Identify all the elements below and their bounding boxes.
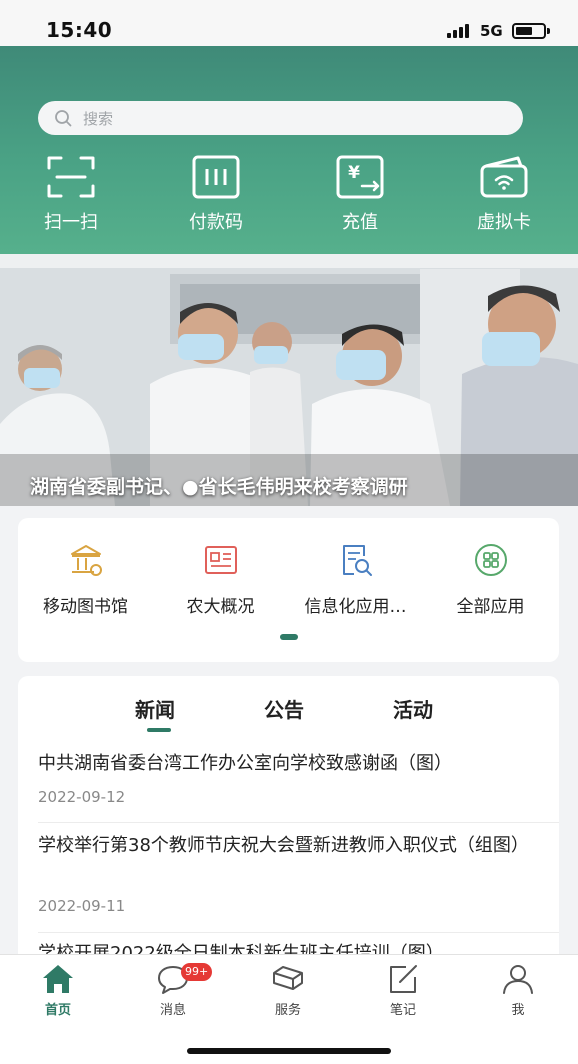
banner-photo	[0, 254, 578, 506]
tab-messages-label: 消息	[159, 1003, 186, 1018]
tab-active-indicator	[147, 728, 171, 732]
network-label: 5G	[480, 22, 503, 40]
tab-notes-label: 笔记	[389, 1003, 416, 1018]
scan-icon	[47, 156, 95, 198]
scan-button[interactable]: 扫一扫	[16, 154, 126, 234]
tab-news[interactable]: 新闻	[135, 694, 175, 723]
service-icon	[273, 966, 303, 990]
home-indicator	[187, 1048, 391, 1054]
tab-services-label: 服务	[274, 1003, 301, 1018]
tab-home-label: 首页	[44, 1003, 71, 1018]
divider	[38, 822, 559, 823]
tab-announcements[interactable]: 公告	[264, 694, 304, 723]
news-item[interactable]: 中共湖南省委台湾工作办公室向学校致感谢函（图） 2022-09-12	[18, 750, 559, 822]
all-apps-icon	[474, 544, 507, 576]
news-date: 2022-09-12	[38, 788, 126, 806]
app-info-applications[interactable]: 信息化应用…	[288, 542, 423, 622]
virtual-card-button[interactable]: 虚拟卡	[449, 154, 559, 234]
battery-icon	[512, 23, 550, 39]
search-placeholder: 搜索	[83, 110, 114, 128]
app-label: 信息化应用…	[304, 597, 407, 617]
payment-code-button[interactable]: 付款码	[161, 154, 271, 234]
home-icon	[43, 965, 73, 993]
recharge-icon: ¥	[336, 155, 384, 199]
banner-caption: 湖南省委副书记、●省长毛伟明来校考察调研	[30, 476, 408, 498]
search-input[interactable]: 搜索	[38, 101, 523, 135]
signal-icon	[447, 24, 473, 38]
app-university-overview[interactable]: 农大概况	[153, 542, 288, 622]
divider	[38, 932, 559, 933]
news-title: 中共湖南省委台湾工作办公室向学校致感谢函（图）	[38, 753, 452, 774]
tab-activities[interactable]: 活动	[393, 694, 433, 723]
payment-code-icon	[192, 155, 240, 199]
info-app-icon	[342, 545, 372, 576]
app-label: 农大概况	[186, 597, 255, 617]
message-badge: 99+	[181, 963, 213, 981]
notes-icon	[390, 965, 417, 993]
virtual-card-label: 虚拟卡	[477, 212, 531, 233]
svg-text:¥: ¥	[348, 163, 360, 183]
app-label: 移动图书馆	[43, 597, 128, 617]
status-time: 15:40	[46, 18, 113, 42]
app-all-applications[interactable]: 全部应用	[423, 542, 558, 622]
page-indicator	[280, 634, 298, 640]
apps-card: 移动图书馆 农大概况 信息化应用… 全部应用	[18, 518, 559, 662]
news-date: 2022-09-11	[38, 897, 126, 915]
tab-messages[interactable]: 99+ 消息	[133, 963, 213, 1019]
overview-icon	[204, 546, 237, 574]
tab-notes[interactable]: 笔记	[363, 963, 443, 1019]
payment-code-label: 付款码	[189, 212, 243, 233]
scan-label: 扫一扫	[44, 212, 98, 233]
app-label: 全部应用	[456, 597, 525, 617]
status-bar: 15:40 5G	[0, 0, 578, 46]
recharge-label: 充值	[342, 212, 378, 233]
header: 搜索 扫一扫 付款码 ¥ 充值 虚拟卡	[0, 46, 578, 254]
recharge-button[interactable]: ¥ 充值	[305, 154, 415, 234]
tab-home[interactable]: 首页	[18, 963, 98, 1019]
virtual-card-icon	[480, 156, 528, 198]
news-item[interactable]: 学校举行第38个教师节庆祝大会暨新进教师入职仪式（组图） 2022-09-11	[18, 832, 559, 932]
profile-icon	[503, 965, 533, 994]
search-icon	[55, 110, 72, 127]
library-icon	[70, 545, 102, 576]
tab-profile-label: 我	[511, 1003, 525, 1018]
news-title: 学校举行第38个教师节庆祝大会暨新进教师入职仪式（组图）	[38, 835, 529, 856]
tab-profile[interactable]: 我	[478, 963, 558, 1019]
app-mobile-library[interactable]: 移动图书馆	[18, 542, 153, 622]
news-banner[interactable]: 湖南省委副书记、●省长毛伟明来校考察调研	[0, 254, 578, 506]
news-card: 新闻 公告 活动 中共湖南省委台湾工作办公室向学校致感谢函（图） 2022-09…	[18, 676, 559, 966]
tab-services[interactable]: 服务	[248, 963, 328, 1019]
